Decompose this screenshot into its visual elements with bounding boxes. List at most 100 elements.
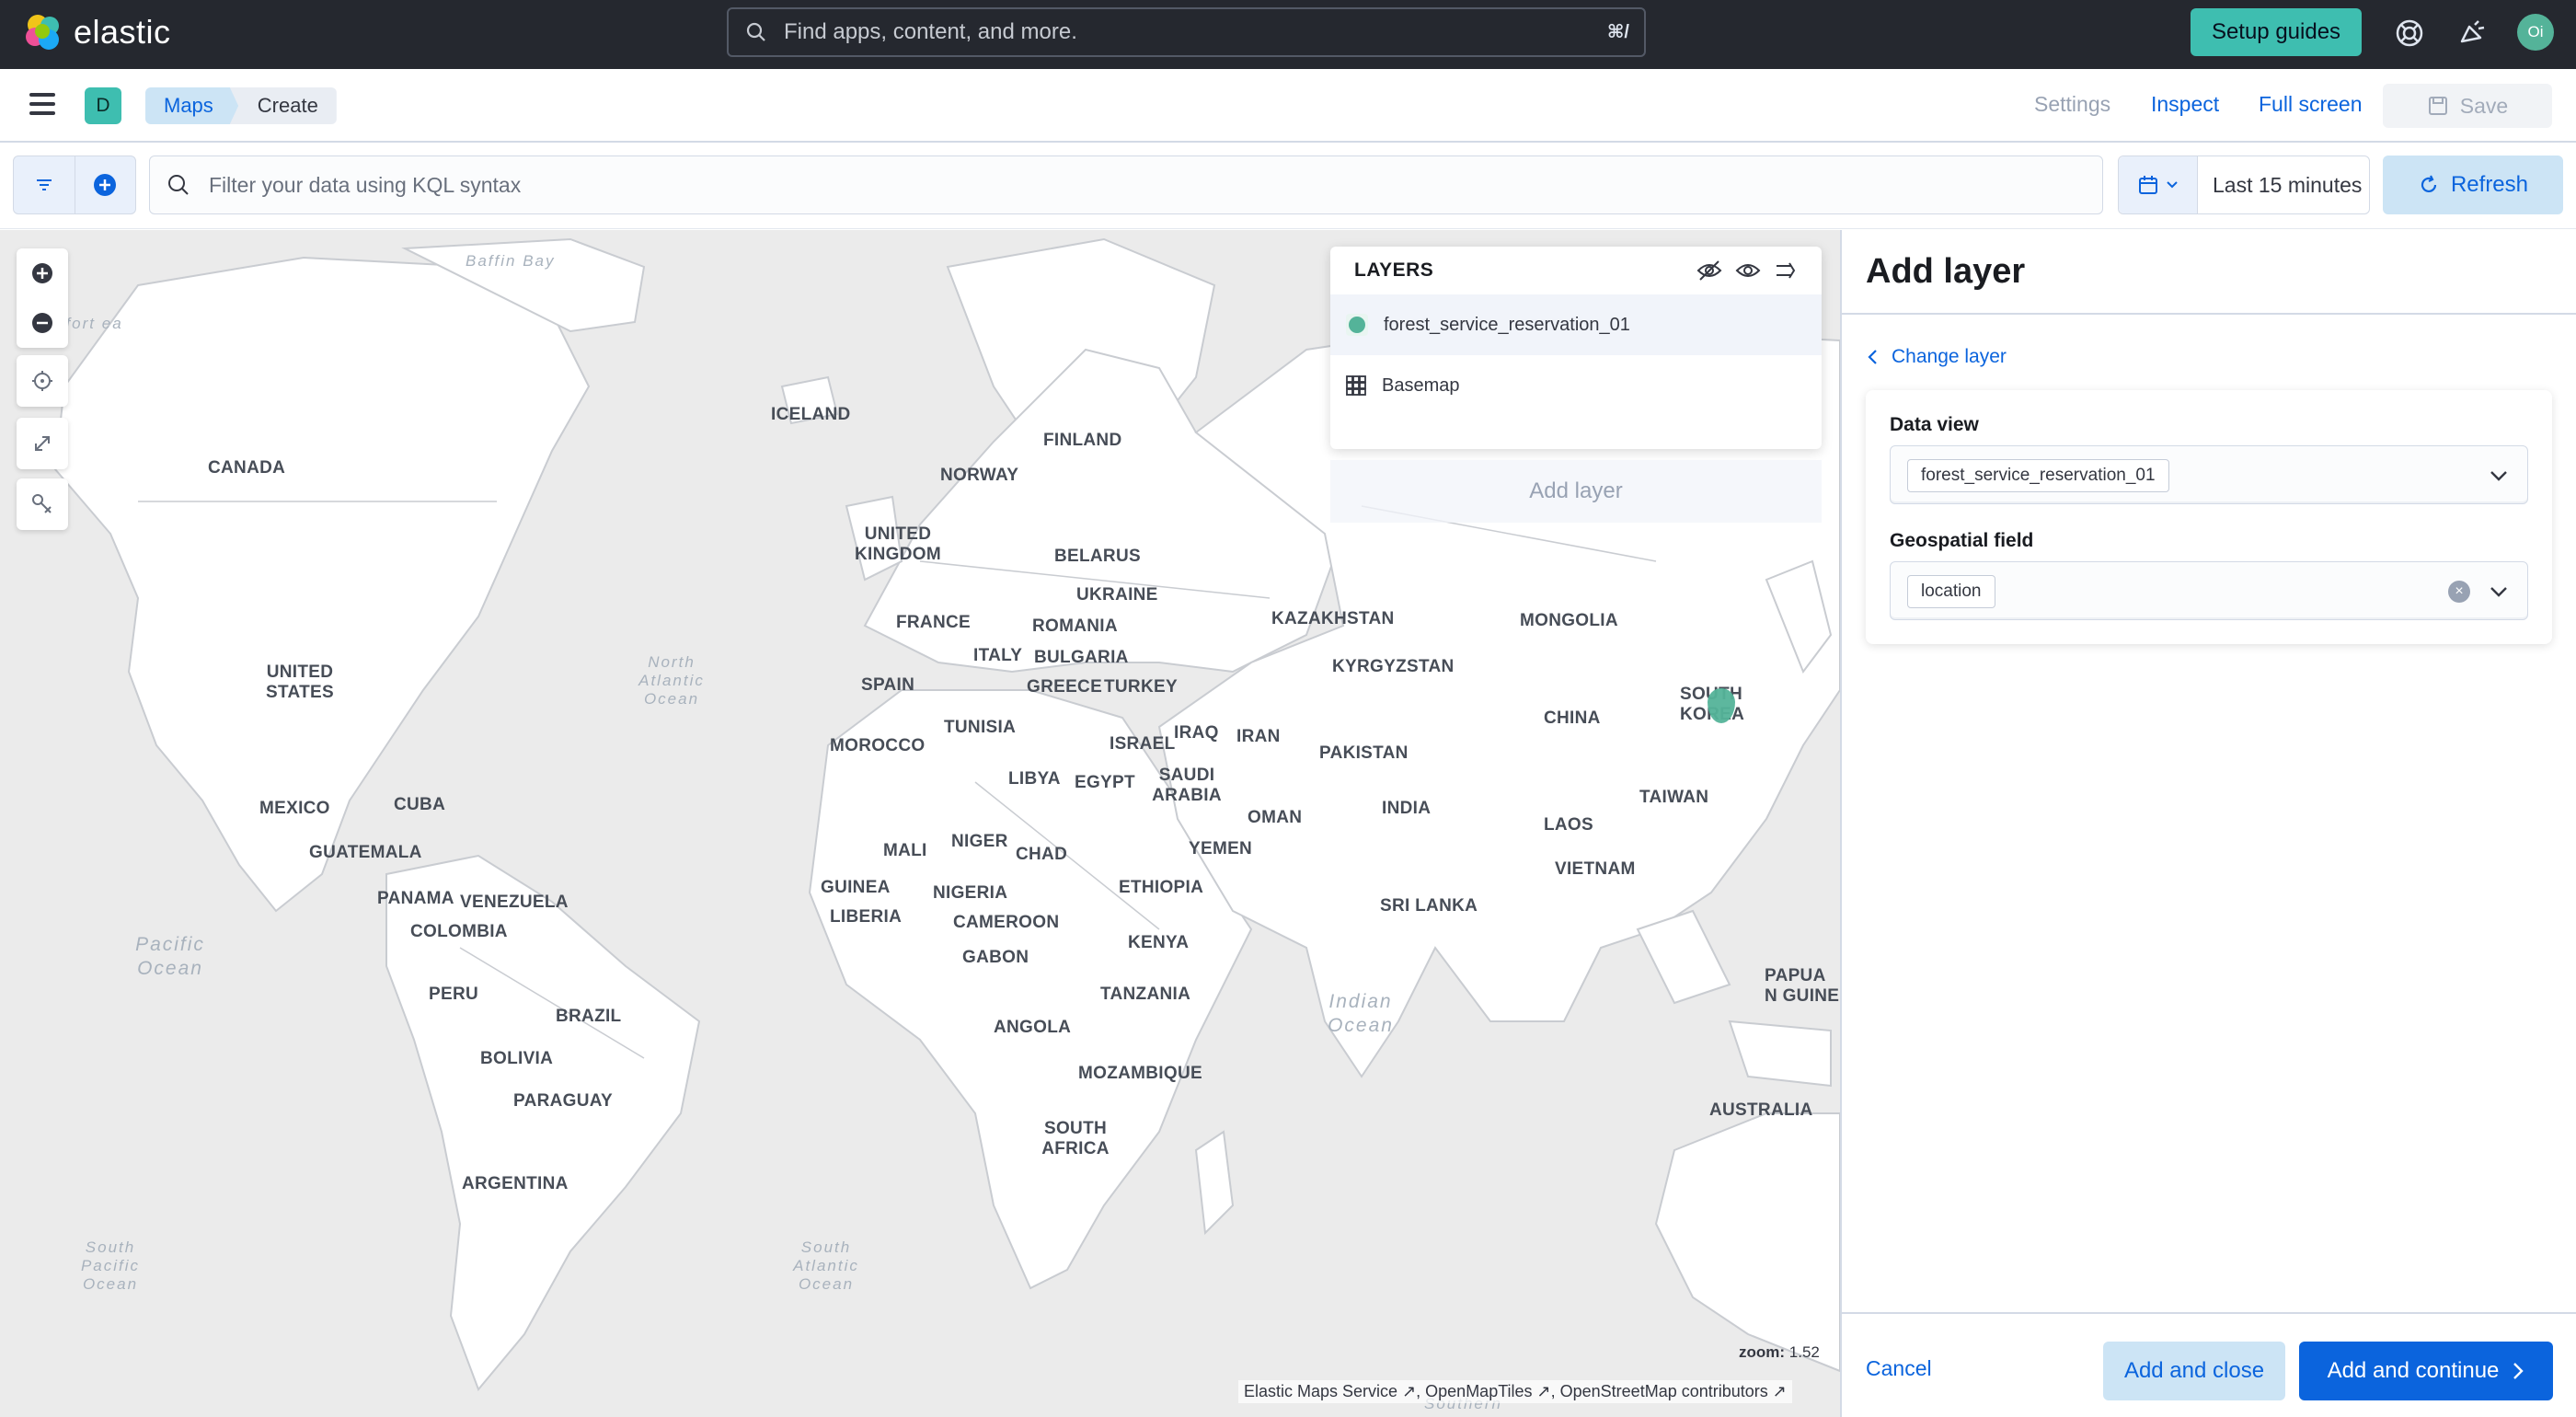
app-header: D Maps Create Settings Inspect Full scre…	[0, 69, 2576, 143]
zoom-out-button[interactable]	[17, 298, 68, 348]
fit-to-data-button[interactable]	[17, 418, 68, 469]
country-label: VIETNAM	[1555, 859, 1636, 879]
inspect-link[interactable]: Inspect	[2151, 92, 2219, 117]
map-attribution: Elastic Maps Service ↗, OpenMapTiles ↗, …	[1238, 1380, 1792, 1403]
country-label: GUATEMALA	[309, 843, 422, 862]
setup-guides-button[interactable]: Setup guides	[2191, 8, 2362, 56]
cancel-button[interactable]: Cancel	[1866, 1356, 1932, 1381]
country-label: SRI LANKA	[1380, 896, 1478, 916]
country-label: FINLAND	[1043, 431, 1122, 450]
clear-icon[interactable]: ×	[2448, 581, 2470, 603]
geospatial-field-chip: location	[1907, 575, 1995, 608]
country-label: MOROCCO	[830, 736, 926, 755]
add-layer-flyout: Add layer Change layer Data view forest_…	[1840, 230, 2576, 1417]
date-picker[interactable]: Last 15 minutes	[2118, 156, 2370, 214]
flyout-divider	[1842, 313, 2576, 315]
flyout-footer: Cancel Add and close Add and continue	[1842, 1312, 2576, 1417]
country-label: UNITED KINGDOM	[855, 524, 941, 564]
country-label: FRANCE	[896, 613, 971, 632]
ocean-label: Pacific Ocean	[135, 934, 205, 979]
country-label: CAMEROON	[953, 913, 1060, 932]
help-icon[interactable]	[2394, 17, 2425, 49]
country-label: PANAMA	[377, 889, 454, 908]
country-label: LIBERIA	[830, 907, 903, 927]
add-filter-button[interactable]	[75, 156, 136, 213]
draw-tool-button[interactable]	[17, 478, 68, 530]
show-all-layers-icon[interactable]	[1735, 259, 1761, 282]
layer-item-forest-service[interactable]: forest_service_reservation_01	[1330, 294, 1822, 355]
query-bar: Filter your data using KQL syntax Last 1…	[0, 143, 2576, 229]
flyout-title: Add layer	[1866, 252, 2026, 291]
country-label: KYRGYZSTAN	[1332, 657, 1455, 676]
chevron-down-icon	[2490, 471, 2507, 481]
chevron-left-icon	[1868, 350, 1877, 364]
set-view-button[interactable]	[17, 355, 68, 407]
quick-menu-button[interactable]	[2119, 156, 2198, 213]
attribution-osm-link[interactable]: OpenStreetMap contributors	[1560, 1382, 1768, 1400]
country-label: KAZAKHSTAN	[1271, 609, 1395, 628]
layer-color-icon	[1346, 314, 1368, 336]
country-label: IRAQ	[1174, 723, 1219, 743]
time-range-label[interactable]: Last 15 minutes	[2213, 173, 2362, 198]
country-label: CHINA	[1544, 708, 1601, 728]
country-label: BRAZIL	[556, 1007, 622, 1026]
country-label: PARAGUAY	[513, 1091, 613, 1111]
country-label: ITALY	[973, 646, 1023, 665]
country-label: YEMEN	[1189, 839, 1253, 858]
zoom-value: 1.52	[1788, 1343, 1820, 1361]
country-label: CUBA	[394, 795, 446, 814]
country-label: TAIWAN	[1639, 788, 1709, 807]
refresh-label: Refresh	[2450, 172, 2529, 197]
attribution-openmaptiles-link[interactable]: OpenMapTiles	[1425, 1382, 1532, 1400]
search-placeholder: Find apps, content, and more.	[784, 19, 1077, 44]
country-label: MALI	[883, 841, 927, 860]
change-layer-label: Change layer	[1892, 346, 2007, 367]
collapse-panel-icon[interactable]	[1774, 259, 1798, 282]
country-label: UNITED STATES	[266, 662, 334, 702]
layer-item-basemap[interactable]: Basemap	[1330, 355, 1822, 416]
add-layer-button[interactable]: Add layer	[1330, 460, 1822, 523]
country-label: EGYPT	[1075, 773, 1135, 792]
country-label: BELARUS	[1054, 547, 1141, 566]
country-label: ROMANIA	[1032, 616, 1118, 636]
settings-link[interactable]: Settings	[2034, 92, 2110, 117]
ocean-label: North Atlantic Ocean	[638, 653, 705, 708]
chevron-down-icon	[2166, 181, 2178, 189]
country-label: GABON	[962, 948, 1029, 967]
refresh-icon	[2421, 175, 2437, 193]
country-label: ISRAEL	[1110, 734, 1176, 754]
geospatial-field-select[interactable]: location ×	[1890, 561, 2528, 620]
global-search-input[interactable]: Find apps, content, and more. ⌘/	[727, 7, 1646, 57]
filter-menu-button[interactable]	[14, 156, 75, 213]
news-feed-icon[interactable]	[2456, 17, 2488, 49]
attribution-ems-link[interactable]: Elastic Maps Service	[1244, 1382, 1397, 1400]
kql-search-input[interactable]: Filter your data using KQL syntax	[149, 156, 2103, 214]
hide-all-layers-icon[interactable]	[1696, 259, 1722, 282]
brand-name: elastic	[74, 13, 171, 51]
save-button[interactable]: Save	[2383, 84, 2552, 128]
space-avatar[interactable]: D	[85, 87, 121, 124]
country-label: SOUTH AFRICA	[1041, 1119, 1110, 1158]
add-and-close-button[interactable]: Add and close	[2103, 1342, 2285, 1400]
full-screen-link[interactable]: Full screen	[2259, 92, 2362, 117]
save-icon	[2428, 97, 2447, 115]
geospatial-field-label: Geospatial field	[1890, 530, 2034, 551]
global-header: elastic Find apps, content, and more. ⌘/…	[0, 0, 2576, 69]
change-layer-link[interactable]: Change layer	[1866, 346, 2007, 368]
menu-icon[interactable]	[29, 93, 55, 115]
filter-controls	[13, 156, 136, 214]
country-label: LIBYA	[1008, 769, 1061, 789]
add-and-continue-button[interactable]: Add and continue	[2299, 1342, 2553, 1400]
elastic-logo[interactable]: elastic	[24, 13, 171, 52]
zoom-in-button[interactable]	[17, 248, 68, 298]
data-view-select[interactable]: forest_service_reservation_01	[1890, 445, 2528, 504]
search-icon	[168, 175, 189, 195]
draw-tool-icon	[32, 494, 52, 513]
user-avatar[interactable]: Oi	[2517, 14, 2554, 51]
breadcrumb-maps[interactable]: Maps	[145, 87, 241, 124]
crosshair-icon	[32, 371, 52, 391]
refresh-button[interactable]: Refresh	[2383, 156, 2563, 214]
country-label: KENYA	[1128, 933, 1190, 952]
country-label: NIGER	[951, 832, 1008, 851]
ocean-label: South Pacific Ocean	[80, 1238, 141, 1293]
